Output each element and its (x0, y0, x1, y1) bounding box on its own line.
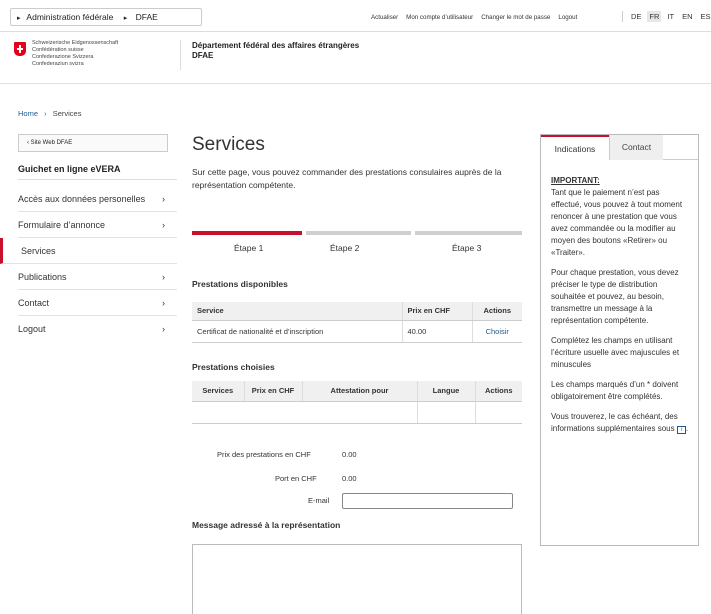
available-services-table: Service Prix en CHF Actions Certificat d… (192, 302, 522, 343)
page-title: Services (192, 134, 265, 155)
info-p4: Les champs marqués d’un * doivent obliga… (551, 380, 679, 401)
step-bar-3 (415, 231, 522, 235)
lang-de[interactable]: DE (629, 11, 643, 22)
account-link[interactable]: Mon compte d’utilisateur (406, 14, 473, 21)
price-total-label: Prix des prestations en CHF (217, 450, 311, 459)
info-p2: Pour chaque prestation, vous devez préci… (551, 268, 679, 325)
confederation-text: Schweizerische Eidgenossenschaft Confédé… (32, 40, 119, 67)
important-title: IMPORTANT: (551, 176, 600, 185)
lang-it[interactable]: IT (665, 11, 676, 22)
info-text: IMPORTANT: Tant que le paiement n’est pa… (551, 175, 691, 443)
sidebar-item-publications[interactable]: Publications › (18, 264, 177, 290)
main-content: Services Sur cette page, vous pouvez com… (192, 134, 522, 614)
choisir-link[interactable]: Choisir (471, 320, 522, 343)
tab-indications[interactable]: Indications (541, 135, 609, 161)
chevron-right-icon: › (44, 109, 47, 118)
empty-row (192, 401, 522, 424)
message-title: Message adressé à la représentation (192, 520, 341, 530)
available-title: Prestations disponibles (192, 279, 288, 289)
chosen-services-table: Services Prix en CHF Attestation pour La… (192, 381, 522, 424)
port-value: 0.00 (342, 474, 357, 483)
sidebar-item-logout[interactable]: Logout › (18, 316, 177, 342)
price-total-value: 0.00 (342, 450, 357, 459)
top-links: Actualiser Mon compte d’utilisateur Chan… (371, 14, 577, 21)
triangle-right-icon: ▸ (17, 15, 21, 22)
admin-breadcrumb[interactable]: ▸ Administration fédérale ▸ DFAE (10, 8, 202, 26)
breadcrumb-home[interactable]: Home (18, 109, 38, 118)
chosen-title: Prestations choisies (192, 362, 275, 372)
message-textarea[interactable] (192, 544, 522, 614)
sidebar-item-acces[interactable]: Accès aux données personelles › (18, 186, 177, 212)
port-label: Port en CHF (275, 474, 317, 483)
tab-contact[interactable]: Contact (609, 135, 663, 160)
chevron-right-icon: › (162, 220, 165, 230)
step-bar-1 (192, 231, 302, 235)
info-icon[interactable]: i (676, 426, 686, 434)
info-p3: Complétez les champs en utilisant l’écri… (551, 336, 680, 369)
top-bar: ▸ Administration fédérale ▸ DFAE Actuali… (0, 0, 711, 32)
step-2-label: Étape 2 (330, 243, 360, 253)
breadcrumb: Home › Services (18, 109, 81, 118)
info-p5: Vous trouverez, le cas échéant, des info… (551, 412, 678, 433)
sidebar: ‹ Site Web DFAE Guichet en ligne eVERA A… (0, 134, 177, 342)
chevron-right-icon: › (162, 324, 165, 334)
step-1-label: Étape 1 (234, 243, 264, 253)
info-panel: Indications Contact IMPORTANT: Tant que … (540, 134, 699, 546)
chevron-left-icon: ‹ (27, 140, 29, 146)
admin-link[interactable]: Administration fédérale (26, 12, 113, 22)
intro-text: Sur cette page, vous pouvez commander de… (192, 167, 502, 190)
chevron-right-icon: › (162, 298, 165, 308)
email-input[interactable] (342, 493, 513, 509)
sidebar-title: Guichet en ligne eVERA (18, 164, 177, 180)
header: Schweizerische Eidgenossenschaft Confédé… (0, 32, 711, 84)
lang-fr[interactable]: FR (647, 11, 662, 22)
th-actions: Actions (471, 302, 522, 321)
th-services: Services (192, 381, 244, 402)
breadcrumb-current: Services (52, 109, 82, 118)
change-password-link[interactable]: Changer le mot de passe (481, 14, 550, 21)
refresh-link[interactable]: Actualiser (371, 14, 398, 21)
chevron-right-icon: › (162, 194, 165, 204)
th-service: Service (192, 302, 402, 321)
sidebar-item-services[interactable]: Services (0, 238, 177, 264)
step-bar-2 (306, 231, 411, 235)
triangle-right-icon: ▸ (123, 15, 128, 22)
department-title: Département fédéral des affaires étrangè… (192, 41, 360, 60)
lang-es[interactable]: ES (699, 11, 711, 22)
site-web-button[interactable]: ‹ Site Web DFAE (18, 134, 168, 152)
service-name: Certificat de nationalité et d’inscripti… (192, 320, 402, 343)
email-label: E-mail (308, 496, 330, 505)
th-actions: Actions (474, 381, 522, 402)
th-langue: Langue (416, 381, 475, 402)
header-divider (180, 40, 181, 70)
info-p1: Tant que le paiement n’est pas effectué,… (551, 188, 683, 257)
swiss-cross-icon (14, 42, 26, 56)
step-indicator: Étape 1 Étape 2 Étape 3 (192, 231, 522, 261)
logout-link[interactable]: Logout (558, 14, 577, 21)
chevron-right-icon: › (162, 272, 165, 282)
lang-en[interactable]: EN (680, 11, 694, 22)
language-switcher: DE FR IT EN ES (622, 11, 711, 22)
dfae-link[interactable]: DFAE (136, 12, 158, 22)
info-tabs: Indications Contact (541, 135, 698, 161)
service-price: 40.00 (401, 320, 472, 343)
step-3-label: Étape 3 (452, 243, 482, 253)
page: ▸ Administration fédérale ▸ DFAE Actuali… (0, 0, 711, 614)
th-price: Prix en CHF (243, 381, 302, 402)
table-row: Certificat de nationalité et d’inscripti… (192, 320, 522, 343)
sidebar-item-formulaire[interactable]: Formulaire d’annonce › (18, 212, 177, 238)
sidebar-item-contact[interactable]: Contact › (18, 290, 177, 316)
th-attestation: Attestation pour (301, 381, 417, 402)
th-price: Prix en CHF (401, 302, 472, 321)
